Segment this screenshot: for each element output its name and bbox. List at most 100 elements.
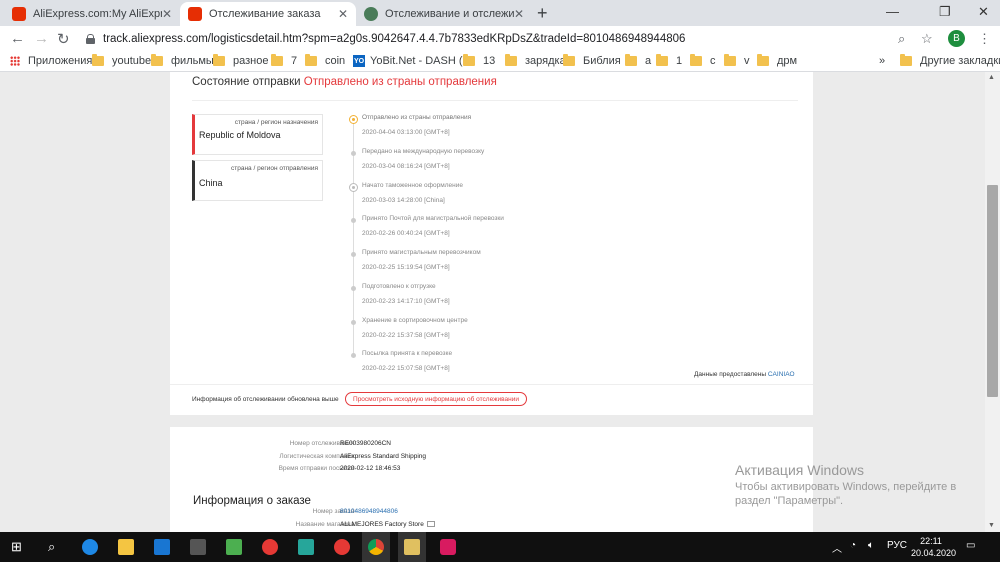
search-icon[interactable]: ⌕ bbox=[48, 539, 55, 555]
folder-icon bbox=[213, 54, 225, 66]
minimize-icon[interactable]: — bbox=[886, 4, 899, 19]
folder-icon bbox=[900, 54, 912, 66]
aliexpress-icon bbox=[188, 7, 202, 21]
bookmark-coin[interactable]: coin bbox=[305, 54, 345, 67]
bookmarks-overflow-button[interactable]: » bbox=[879, 55, 885, 67]
avatar[interactable]: B bbox=[948, 30, 965, 47]
chrome-icon[interactable] bbox=[368, 539, 384, 555]
event-title: Хранение в сортировочном центре bbox=[362, 317, 468, 324]
store-icon[interactable] bbox=[190, 539, 206, 555]
folder-icon bbox=[757, 54, 769, 66]
store-row: Название магазина: ALLMEJORES Factory St… bbox=[170, 521, 813, 531]
folder-icon bbox=[151, 54, 163, 66]
event-date: 2020-02-25 15:19:54 [GMT+8] bbox=[362, 264, 450, 271]
app-icon[interactable] bbox=[404, 539, 420, 555]
event-date: 2020-03-03 14:28:00 [China] bbox=[362, 197, 445, 204]
activation-watermark-subtitle: Чтобы активировать Windows, перейдите в … bbox=[735, 481, 957, 507]
notifications-icon[interactable]: ▭ bbox=[966, 540, 975, 551]
shipment-status: Состояние отправки Отправлено из страны … bbox=[192, 76, 497, 88]
volume-icon[interactable]: 🔈︎ bbox=[868, 540, 874, 551]
bookmark-label: 13 bbox=[483, 55, 496, 67]
customs-status-icon bbox=[349, 183, 358, 192]
zoom-icon[interactable]: ⌕ bbox=[898, 31, 905, 47]
bookmark-charging[interactable]: зарядка bbox=[505, 54, 566, 67]
bookmark-1[interactable]: 1 bbox=[656, 54, 683, 67]
bookmark-7[interactable]: 7 bbox=[271, 54, 297, 67]
close-icon[interactable]: ✕ bbox=[514, 7, 524, 21]
bookmark-13[interactable]: 13 bbox=[463, 54, 496, 67]
order-info-title: Информация о заказе bbox=[193, 495, 311, 507]
photos-icon[interactable] bbox=[298, 539, 314, 555]
globe-icon bbox=[364, 7, 378, 21]
reload-icon[interactable]: ↻ bbox=[57, 30, 70, 48]
language-indicator[interactable]: РУС bbox=[887, 540, 907, 551]
bookmark-bible[interactable]: Библия bbox=[563, 54, 621, 67]
bookmark-other[interactable]: Другие закладки bbox=[900, 54, 1000, 67]
forward-icon[interactable]: → bbox=[34, 30, 49, 47]
file-explorer-icon[interactable] bbox=[118, 539, 134, 555]
bookmark-v[interactable]: v bbox=[724, 54, 750, 67]
new-tab-button[interactable]: + bbox=[537, 3, 548, 24]
chevron-up-icon[interactable]: ︿ bbox=[832, 540, 842, 555]
folder-icon bbox=[625, 54, 637, 66]
menu-icon[interactable]: ⋮ bbox=[978, 31, 991, 47]
event-title: Начато таможенное оформление bbox=[362, 182, 463, 189]
tab-tracking-service[interactable]: Отслеживание и отслеживание ✕ bbox=[356, 2, 532, 26]
clock-time: 22:11 bbox=[920, 536, 942, 546]
bookmark-a[interactable]: а bbox=[625, 54, 652, 67]
edge-icon[interactable] bbox=[82, 539, 98, 555]
dot-icon bbox=[351, 151, 356, 156]
bookmark-films[interactable]: фильмы bbox=[151, 54, 214, 67]
origin-box: страна / регион отправления China bbox=[192, 160, 323, 201]
window-close-icon[interactable]: ✕ bbox=[978, 4, 989, 20]
bookmark-label: разное bbox=[233, 55, 269, 67]
bookmark-misc[interactable]: разное bbox=[213, 54, 269, 67]
carrier-row: Логистическая компания: AliExpress Stand… bbox=[170, 453, 813, 463]
tracking-number: RE003980206CN bbox=[340, 440, 391, 447]
scroll-down-icon[interactable]: ▼ bbox=[988, 522, 995, 529]
bookmark-c[interactable]: с bbox=[690, 54, 716, 67]
folder-icon bbox=[92, 54, 104, 66]
scroll-up-icon[interactable]: ▲ bbox=[988, 74, 995, 81]
view-original-button[interactable]: Просмотреть исходную информацию об отсле… bbox=[345, 392, 527, 406]
folder-icon bbox=[505, 54, 517, 66]
bookmark-apps[interactable]: Приложения bbox=[10, 55, 92, 67]
system-clock[interactable]: 22:11 20.04.2020 bbox=[911, 535, 956, 559]
folder-icon bbox=[305, 54, 317, 66]
back-icon[interactable]: ← bbox=[10, 30, 25, 47]
bookmark-label: 1 bbox=[676, 55, 683, 67]
restore-icon[interactable]: ❐ bbox=[939, 4, 951, 20]
provider-link[interactable]: CAINIAO bbox=[768, 371, 795, 378]
yandex-icon[interactable] bbox=[262, 539, 278, 555]
url-field[interactable]: track.aliexpress.com/logisticsdetail.htm… bbox=[78, 29, 938, 49]
store-value: ALLMEJORES Factory Store bbox=[340, 521, 435, 528]
mail-icon[interactable] bbox=[154, 539, 170, 555]
star-icon[interactable]: ☆ bbox=[921, 31, 933, 47]
bookmark-label: YoBit.Net - DASH (... bbox=[370, 55, 472, 67]
tab-my-aliexpress[interactable]: AliExpress.com:My AliExpress ✕ bbox=[4, 2, 180, 26]
yandex-browser-icon[interactable] bbox=[334, 539, 350, 555]
close-icon[interactable]: ✕ bbox=[338, 7, 348, 21]
paint-icon[interactable] bbox=[440, 539, 456, 555]
tracking-number-row: Номер отслеживания: RE003980206CN bbox=[170, 440, 813, 450]
destination-value: Republic of Moldova bbox=[199, 130, 281, 140]
windows-start-icon[interactable]: ⊞ bbox=[11, 539, 22, 555]
message-icon[interactable] bbox=[426, 521, 435, 528]
bookmark-label: Приложения bbox=[28, 55, 93, 67]
folder-icon bbox=[463, 54, 475, 66]
network-icon[interactable]: ◔ bbox=[850, 540, 856, 551]
bluestacks-icon[interactable] bbox=[226, 539, 242, 555]
aliexpress-icon bbox=[12, 7, 26, 21]
tab-title: AliExpress.com:My AliExpress bbox=[33, 8, 162, 20]
order-number-link[interactable]: 8010486948944806 bbox=[340, 508, 398, 515]
bookmark-label: а bbox=[645, 55, 652, 67]
bookmark-drm[interactable]: дрм bbox=[757, 54, 797, 67]
close-icon[interactable]: ✕ bbox=[162, 7, 172, 21]
overflow-icon: » bbox=[879, 55, 886, 67]
bookmark-youtube[interactable]: youtube bbox=[92, 54, 151, 67]
tracking-footer: Информация об отслеживании обновлена выш… bbox=[170, 384, 813, 415]
bookmark-yobit[interactable]: YO YoBit.Net - DASH (... bbox=[353, 55, 472, 67]
tab-tracking-order[interactable]: Отслеживание заказа ✕ bbox=[180, 2, 356, 26]
event-date: 2020-02-26 00:40:24 [GMT+8] bbox=[362, 230, 450, 237]
scrollbar-thumb[interactable] bbox=[987, 185, 998, 397]
